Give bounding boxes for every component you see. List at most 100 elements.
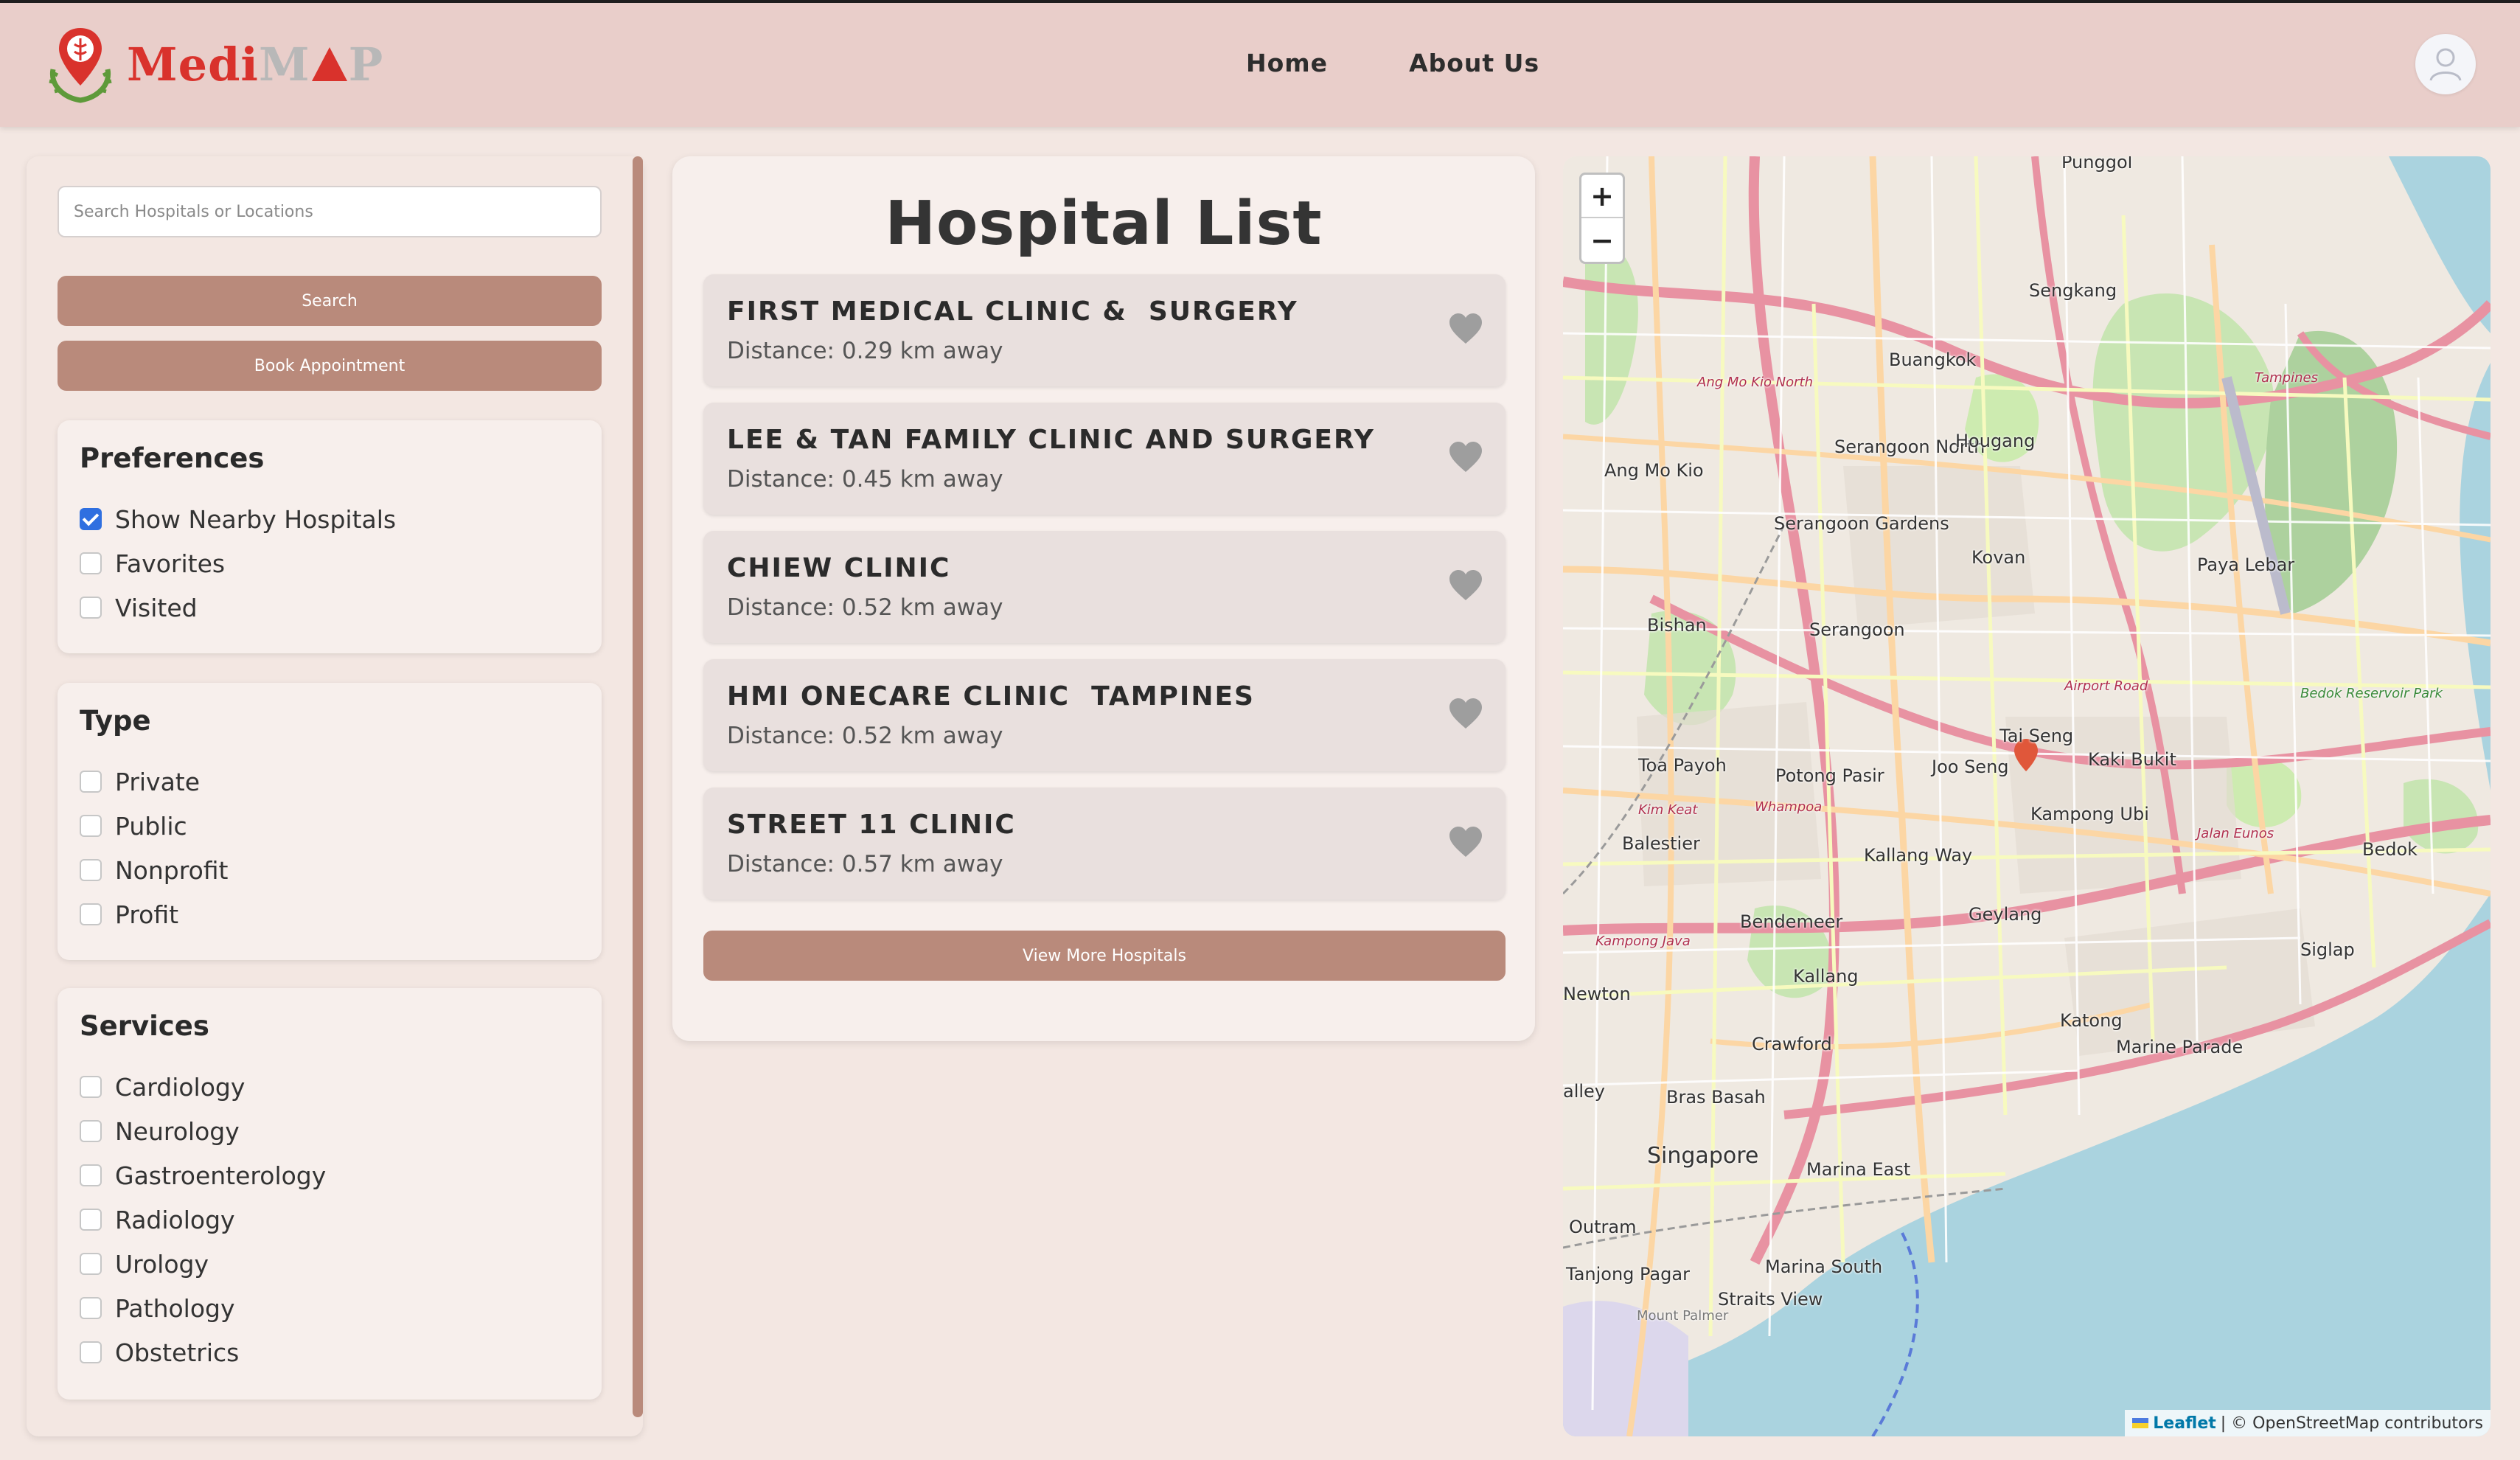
map-label: Balestier <box>1622 833 1700 854</box>
hospital-card[interactable]: FIRST MEDICAL CLINIC & SURGERY Distance:… <box>703 274 1506 386</box>
map-label: Airport Road <box>2064 678 2148 694</box>
map-label: Kovan <box>1971 547 2026 568</box>
option-obstetrics[interactable]: Obstetrics <box>80 1330 326 1374</box>
zoom-out-button[interactable]: − <box>1581 218 1623 262</box>
map-label: Tai Seng <box>1999 726 2074 746</box>
option-label: Cardiology <box>115 1072 246 1102</box>
map-label: Katong <box>2060 1010 2123 1031</box>
checkbox[interactable] <box>80 508 102 530</box>
option-label: Neurology <box>115 1116 240 1146</box>
type-title: Type <box>80 705 151 737</box>
heart-icon[interactable] <box>1448 569 1483 602</box>
checkbox[interactable] <box>80 552 102 574</box>
option-pathology[interactable]: Pathology <box>80 1286 326 1330</box>
medimap-logo[interactable]: Medi M P <box>40 24 383 105</box>
map-label: Marina East <box>1806 1159 1911 1180</box>
option-neurology[interactable]: Neurology <box>80 1109 326 1153</box>
brand-wordmark: Medi M P <box>127 38 383 91</box>
map-view[interactable]: Punggol Sengkang Buangkok Serangoon Nort… <box>1563 156 2491 1436</box>
checkbox[interactable] <box>80 1341 102 1363</box>
map-label: Hougang <box>1955 431 2036 451</box>
option-favorites[interactable]: Favorites <box>80 541 396 585</box>
option-public[interactable]: Public <box>80 804 229 848</box>
checkbox[interactable] <box>80 597 102 619</box>
map-label: Bedok Reservoir Park <box>2300 686 2443 701</box>
option-label: Profit <box>115 900 179 929</box>
map-label: Serangoon Gardens <box>1774 513 1949 534</box>
checkbox[interactable] <box>80 771 102 793</box>
hospital-card[interactable]: LEE & TAN FAMILY CLINIC AND SURGERY Dist… <box>703 403 1506 515</box>
hospital-card[interactable]: STREET 11 CLINIC Distance: 0.57 km away <box>703 788 1506 900</box>
option-urology[interactable]: Urology <box>80 1242 326 1286</box>
option-label: Show Nearby Hospitals <box>115 504 397 534</box>
map-attribution: Leaflet | © OpenStreetMap contributors <box>2125 1410 2491 1436</box>
option-radiology[interactable]: Radiology <box>80 1197 326 1242</box>
map-label: Toa Payoh <box>1638 755 1727 776</box>
zoom-in-button[interactable]: + <box>1581 175 1623 218</box>
attribution-text: | © OpenStreetMap contributors <box>2220 1414 2483 1433</box>
heart-icon[interactable] <box>1448 313 1483 345</box>
brand-triangle-a <box>311 47 347 81</box>
heart-icon[interactable] <box>1448 826 1483 858</box>
hospital-list-panel: Hospital List FIRST MEDICAL CLINIC & SUR… <box>672 156 1535 1041</box>
nav-home[interactable]: Home <box>1246 49 1328 77</box>
checkbox[interactable] <box>80 1164 102 1186</box>
hospital-list-title: Hospital List <box>885 189 1323 259</box>
hospital-name: STREET 11 CLINIC <box>727 810 1016 840</box>
map-label: Singapore <box>1647 1143 1759 1169</box>
hospital-name: CHIEW CLINIC <box>727 553 951 583</box>
checkbox[interactable] <box>80 859 102 881</box>
checkbox[interactable] <box>80 1076 102 1098</box>
nav-about-us[interactable]: About Us <box>1409 49 1539 77</box>
option-nonprofit[interactable]: Nonprofit <box>80 848 229 892</box>
map-label: Geylang <box>1969 904 2042 925</box>
map-label: Kampong Java <box>1595 934 1691 949</box>
map-label: Jalan Eunos <box>2197 826 2274 841</box>
map-label: alley <box>1563 1081 1606 1102</box>
checkbox[interactable] <box>80 1297 102 1319</box>
hospital-card[interactable]: HMI ONECARE CLINIC TAMPINES Distance: 0.… <box>703 659 1506 771</box>
navbar: Medi M P Home About Us <box>0 0 2520 127</box>
hospital-name: LEE & TAN FAMILY CLINIC AND SURGERY <box>727 425 1375 455</box>
map-tiles[interactable] <box>1563 156 2491 1436</box>
option-profit[interactable]: Profit <box>80 892 229 936</box>
services-options: Cardiology Neurology Gastroenterology Ra… <box>80 1065 326 1374</box>
map-label: Potong Pasir <box>1775 765 1884 786</box>
option-gastroenterology[interactable]: Gastroenterology <box>80 1153 326 1197</box>
search-button[interactable]: Search <box>58 276 602 326</box>
option-label: Radiology <box>115 1205 235 1234</box>
option-visited[interactable]: Visited <box>80 585 396 630</box>
option-private[interactable]: Private <box>80 759 229 804</box>
services-card: Services Cardiology Neurology Gastroente… <box>58 988 602 1400</box>
hospital-name: FIRST MEDICAL CLINIC & SURGERY <box>727 296 1298 327</box>
map-label: Marine Parade <box>2116 1037 2244 1057</box>
leaflet-link[interactable]: Leaflet <box>2153 1414 2216 1433</box>
hospital-distance: Distance: 0.52 km away <box>727 594 1003 621</box>
hospital-distance: Distance: 0.57 km away <box>727 851 1003 877</box>
preferences-title: Preferences <box>80 442 265 474</box>
map-label: Bras Basah <box>1666 1087 1766 1108</box>
option-label: Visited <box>115 593 198 622</box>
option-show-nearby-hospitals[interactable]: Show Nearby Hospitals <box>80 497 396 541</box>
heart-icon[interactable] <box>1448 698 1483 730</box>
hospital-card[interactable]: CHIEW CLINIC Distance: 0.52 km away <box>703 531 1506 643</box>
checkbox[interactable] <box>80 903 102 925</box>
checkbox[interactable] <box>80 815 102 837</box>
search-input[interactable] <box>58 186 602 237</box>
heart-icon[interactable] <box>1448 441 1483 473</box>
checkbox[interactable] <box>80 1209 102 1231</box>
book-appointment-button[interactable]: Book Appointment <box>58 341 602 391</box>
map-label: Ang Mo Kio North <box>1697 375 1814 390</box>
checkbox[interactable] <box>80 1253 102 1275</box>
map-label: Kallang Way <box>1864 845 1973 866</box>
checkbox[interactable] <box>80 1120 102 1142</box>
view-more-hospitals-button[interactable]: View More Hospitals <box>703 931 1506 981</box>
map-label: Joo Seng <box>1932 757 2009 777</box>
map-label: Kim Keat <box>1638 802 1698 818</box>
option-cardiology[interactable]: Cardiology <box>80 1065 326 1109</box>
services-title: Services <box>80 1010 209 1042</box>
map-label: Paya Lebar <box>2197 555 2295 575</box>
sidebar-scrollbar[interactable] <box>633 156 643 1417</box>
option-label: Favorites <box>115 549 226 578</box>
user-avatar-button[interactable] <box>2415 34 2476 94</box>
